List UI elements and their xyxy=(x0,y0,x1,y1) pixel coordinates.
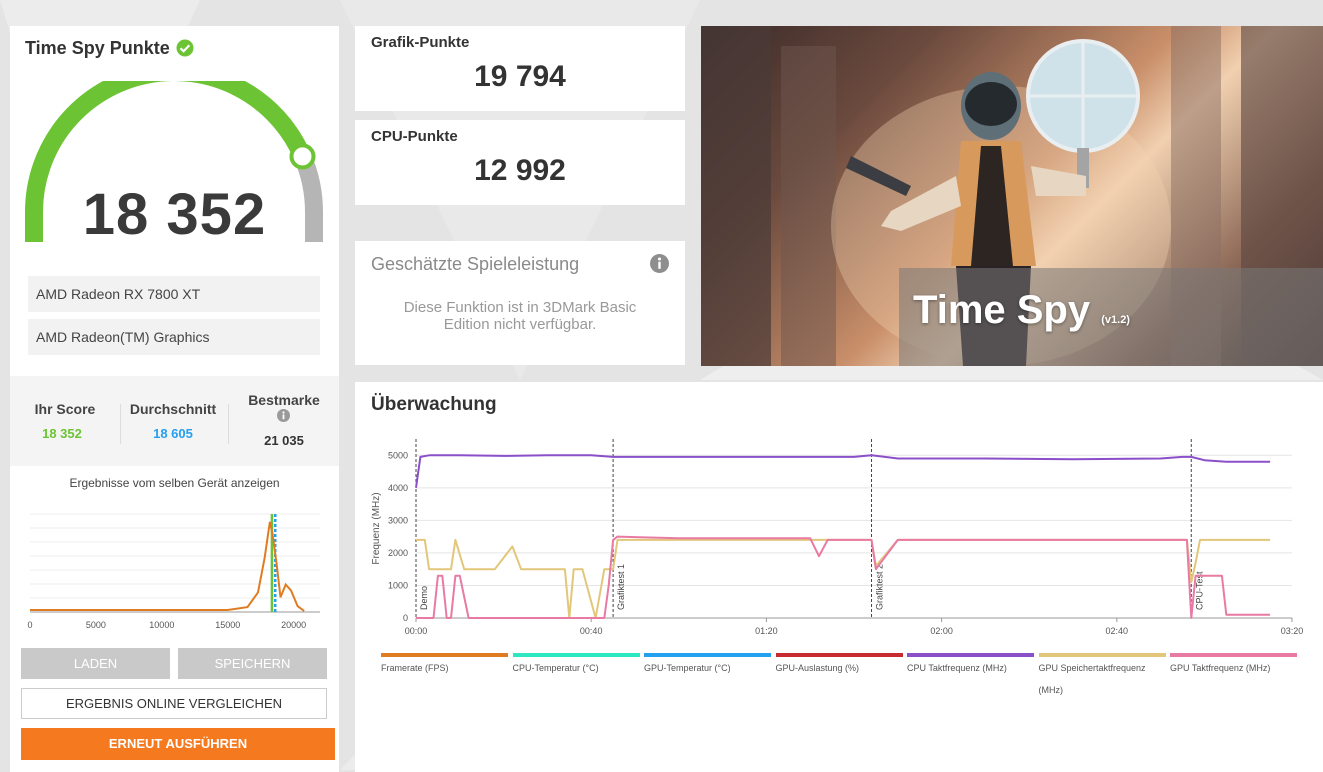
test-marker-label: Grafiktest 1 xyxy=(616,564,626,610)
your-score-label: Ihr Score xyxy=(34,401,96,417)
best-label: Bestmarke xyxy=(248,392,320,408)
x-tick-label: 00:00 xyxy=(405,626,428,636)
cpu-score-label: CPU-Punkte xyxy=(371,128,458,145)
legend-swatch xyxy=(381,653,508,657)
info-icon[interactable] xyxy=(650,254,669,273)
hero-title: Time Spy (v1.2) xyxy=(913,288,1130,333)
test-marker-label: Grafiktest 2 xyxy=(875,564,885,610)
monitoring-legend: Framerate (FPS) CPU-Temperatur (°C) GPU-Te… xyxy=(381,653,1311,703)
device-igpu-label: AMD Radeon(TM) Graphics xyxy=(36,329,210,345)
graphics-score-card: Grafik-Punkte 19 794 xyxy=(355,26,685,111)
average-label: Durchschnitt xyxy=(129,401,217,417)
cpu-score-card: CPU-Punkte 12 992 xyxy=(355,120,685,205)
cpu-score-value: 12 992 xyxy=(474,154,566,187)
estimated-message: Diese Funktion ist in 3DMark Basic Editi… xyxy=(403,299,637,333)
score-comparison: Ihr Score 18 352 Durchschnitt 18 605 Bes… xyxy=(10,376,339,466)
graphics-score-label: Grafik-Punkte xyxy=(371,34,470,51)
compare-online-button[interactable]: ERGEBNIS ONLINE VERGLEICHEN xyxy=(21,688,327,719)
info-icon[interactable] xyxy=(277,409,290,422)
y-tick-label: 3000 xyxy=(388,515,408,525)
series-line xyxy=(416,535,1271,619)
monitoring-card: Überwachung 0 1000 2000 3000 4000 5000 00:00 00… xyxy=(355,382,1323,772)
y-tick-label: 0 xyxy=(403,613,408,623)
legend-item[interactable]: GPU Taktfrequenz (MHz) xyxy=(1170,653,1297,679)
series-line xyxy=(416,538,1271,619)
x-tick-label: 02:00 xyxy=(930,626,953,636)
legend-swatch xyxy=(644,653,771,657)
score-value: 18 352 xyxy=(82,182,267,247)
legend-swatch xyxy=(1038,653,1166,657)
estimated-title: Geschätzte Spieleleistung xyxy=(371,254,580,274)
average-value: 18 605 xyxy=(153,426,193,441)
y-tick-label: 1000 xyxy=(388,580,408,590)
gauge-knob xyxy=(289,143,316,170)
run-again-button[interactable]: ERNEUT AUSFÜHREN xyxy=(21,728,335,760)
legend-item[interactable]: GPU-Temperatur (°C) xyxy=(644,653,771,679)
legend-swatch xyxy=(907,653,1034,657)
series-line xyxy=(415,454,1271,488)
save-button[interactable]: SPEICHERN xyxy=(178,648,327,679)
monitoring-chart: 0 1000 2000 3000 4000 5000 00:00 00:40 01:20 02:0… xyxy=(371,439,1304,636)
time-spy-hero: Time Spy (v1.2) xyxy=(701,26,1323,366)
verified-check-icon xyxy=(176,39,194,57)
x-tick-label: 02:40 xyxy=(1106,626,1129,636)
x-tick-label: 10000 xyxy=(149,620,174,630)
device-gpu: AMD Radeon RX 7800 XT xyxy=(28,276,320,312)
x-tick-label: 0 xyxy=(27,620,32,630)
legend-item[interactable]: Framerate (FPS) xyxy=(381,653,508,679)
x-tick-label: 5000 xyxy=(86,620,106,630)
hero-title-text: Time Spy xyxy=(913,288,1091,332)
score-distribution-chart: 0 5000 10000 15000 20000 xyxy=(27,513,320,630)
x-tick-label: 00:40 xyxy=(580,626,603,636)
x-tick-label: 01:20 xyxy=(755,626,778,636)
same-device-link[interactable]: Ergebnisse vom selben Gerät anzeigen xyxy=(10,476,339,490)
test-marker-label: Demo xyxy=(419,586,429,610)
your-score-value: 18 352 xyxy=(42,426,82,441)
estimated-performance-card: Geschätzte Spieleleistung Diese Funktion… xyxy=(355,241,685,365)
device-igpu: AMD Radeon(TM) Graphics xyxy=(28,319,320,355)
x-tick-label: 15000 xyxy=(215,620,240,630)
y-tick-label: 2000 xyxy=(388,548,408,558)
hero-version: (v1.2) xyxy=(1101,314,1130,326)
legend-label: GPU Speichertaktfrequenz (MHz) xyxy=(1038,663,1146,695)
score-title-text: Time Spy Punkte xyxy=(25,38,170,58)
legend-item[interactable]: GPU Speichertaktfrequenz (MHz) xyxy=(1038,653,1166,701)
y-tick-label: 4000 xyxy=(388,483,408,493)
divider xyxy=(228,404,229,444)
legend-swatch xyxy=(775,653,903,657)
graphics-score-value: 19 794 xyxy=(474,60,566,93)
legend-item[interactable]: CPU-Temperatur (°C) xyxy=(512,653,640,679)
legend-item[interactable]: CPU Taktfrequenz (MHz) xyxy=(907,653,1034,679)
device-gpu-label: AMD Radeon RX 7800 XT xyxy=(36,286,201,302)
score-title: Time Spy Punkte xyxy=(25,38,170,59)
legend-item[interactable]: GPU-Auslastung (%) xyxy=(775,653,903,679)
best-value: 21 035 xyxy=(264,433,304,448)
y-tick-label: 5000 xyxy=(388,450,408,460)
x-tick-label: 03:20 xyxy=(1281,626,1304,636)
score-panel: Time Spy Punkte 18 352 AMD Radeon RX 780… xyxy=(10,26,339,772)
load-button[interactable]: LADEN xyxy=(21,648,170,679)
legend-swatch xyxy=(512,653,640,657)
x-tick-label: 20000 xyxy=(281,620,306,630)
y-axis-label: Frequenz (MHz) xyxy=(371,492,382,564)
legend-swatch xyxy=(1170,653,1297,657)
